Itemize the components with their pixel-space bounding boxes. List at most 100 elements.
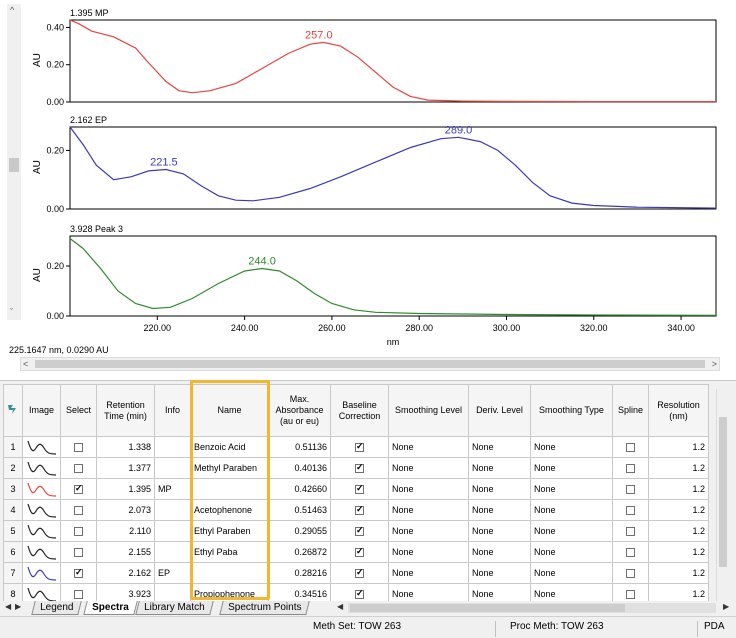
scroll-right-arrow-icon[interactable]: > [712,358,717,370]
checkbox[interactable] [355,567,364,579]
name-cell[interactable]: Methyl Paraben [190,457,269,479]
smoothing-level-cell[interactable]: None [388,457,469,479]
info-cell[interactable]: MP [154,478,191,500]
smoothing-type-cell[interactable]: None [530,562,613,584]
resolution-cell[interactable]: 1.2 [648,436,709,458]
checkbox[interactable] [626,569,635,579]
tab-spectra[interactable]: Spectra [83,601,138,615]
select-checkbox[interactable] [60,520,97,542]
select-checkbox[interactable] [60,562,97,584]
tab-library-match[interactable]: Library Match [135,601,214,615]
info-cell[interactable] [154,499,191,521]
resolution-cell[interactable]: 1.2 [648,541,709,563]
resolution-cell[interactable]: 1.2 [648,457,709,479]
max-absorbance-cell[interactable]: 0.51136 [268,436,331,458]
baseline-correction-checkbox[interactable] [330,541,389,563]
smoothing-level-cell[interactable]: None [388,520,469,542]
smoothing-type-cell[interactable]: None [530,457,613,479]
info-cell[interactable] [154,520,191,542]
baseline-correction-checkbox[interactable] [330,562,389,584]
grid-scroll-thumb[interactable] [719,417,727,567]
table-row[interactable]: 52.110Ethyl Paraben0.29055NoneNoneNone1.… [3,520,709,542]
grid-hscroll-thumb[interactable] [350,604,625,612]
checkbox[interactable] [74,527,83,537]
grid-corner-icon[interactable] [3,384,23,437]
spline-checkbox[interactable] [612,478,649,500]
header-smoothing-level[interactable]: Smoothing Level [388,384,469,437]
checkbox[interactable] [355,504,364,516]
spline-checkbox[interactable] [612,562,649,584]
spline-checkbox[interactable] [612,436,649,458]
deriv-level-cell[interactable]: None [468,499,531,521]
smoothing-level-cell[interactable]: None [388,562,469,584]
grid-vertical-scrollbar[interactable] [716,389,729,603]
header-info[interactable]: Info [154,384,191,437]
max-absorbance-cell[interactable]: 0.26872 [268,541,331,563]
baseline-correction-checkbox[interactable] [330,520,389,542]
max-absorbance-cell[interactable]: 0.29055 [268,520,331,542]
smoothing-type-cell[interactable]: None [530,541,613,563]
checkbox[interactable] [355,441,364,453]
retention-time-cell[interactable]: 1.377 [96,457,155,479]
table-row[interactable]: 62.155Ethyl Paba0.26872NoneNoneNone1.2 [3,541,709,563]
checkbox[interactable] [626,443,635,453]
select-checkbox[interactable] [60,457,97,479]
resolution-cell[interactable]: 1.2 [648,520,709,542]
checkbox[interactable] [355,546,364,558]
plot-hscroll-thumb[interactable] [35,360,705,368]
tab-scroll-left-icon[interactable]: ◀ [337,602,343,611]
retention-time-cell[interactable]: 2.155 [96,541,155,563]
checkbox[interactable] [74,464,83,474]
spline-checkbox[interactable] [612,541,649,563]
checkbox[interactable] [355,462,364,474]
info-cell[interactable]: EP [154,562,191,584]
deriv-level-cell[interactable]: None [468,457,531,479]
header-baseline-correction[interactable]: Baseline Correction [330,384,389,437]
tab-spectrum-points[interactable]: Spectrum Points [219,601,311,615]
name-cell[interactable]: Ethyl Paraben [190,520,269,542]
checkbox[interactable] [355,483,364,495]
checkbox[interactable] [74,590,83,600]
spline-checkbox[interactable] [612,457,649,479]
smoothing-type-cell[interactable]: None [530,436,613,458]
select-checkbox[interactable] [60,478,97,500]
table-row[interactable]: 72.162EP0.28216NoneNoneNone1.2 [3,562,709,584]
header-smoothing-type[interactable]: Smoothing Type [530,384,613,437]
checkbox[interactable] [626,506,635,516]
info-cell[interactable] [154,457,191,479]
header-deriv-level[interactable]: Deriv. Level [468,384,531,437]
max-absorbance-cell[interactable]: 0.42660 [268,478,331,500]
checkbox[interactable] [74,483,83,495]
checkbox[interactable] [626,485,635,495]
info-cell[interactable] [154,436,191,458]
smoothing-type-cell[interactable]: None [530,520,613,542]
plot-horizontal-scrollbar[interactable]: < > [20,357,720,371]
header-retention-time[interactable]: Retention Time (min) [96,384,155,437]
name-cell[interactable] [190,478,269,500]
checkbox[interactable] [626,527,635,537]
header-select[interactable]: Select [60,384,97,437]
header-image[interactable]: Image [22,384,61,437]
checkbox[interactable] [74,567,83,579]
resolution-cell[interactable]: 1.2 [648,562,709,584]
retention-time-cell[interactable]: 2.110 [96,520,155,542]
spectra-chart[interactable]: 1.395 MPAU0.400.200.00257.02.162 EPAU0.2… [0,0,736,345]
tab-legend[interactable]: Legend [31,601,83,615]
resolution-cell[interactable]: 1.2 [648,478,709,500]
max-absorbance-cell[interactable]: 0.51463 [268,499,331,521]
table-row[interactable]: 11.338Benzoic Acid0.51136NoneNoneNone1.2 [3,436,709,458]
smoothing-level-cell[interactable]: None [388,499,469,521]
smoothing-level-cell[interactable]: None [388,541,469,563]
header-name[interactable]: Name [190,384,269,437]
checkbox[interactable] [626,548,635,558]
header-spline[interactable]: Spline [612,384,649,437]
scroll-left-arrow-icon[interactable]: < [23,358,28,370]
name-cell[interactable]: Acetophenone [190,499,269,521]
retention-time-cell[interactable]: 2.162 [96,562,155,584]
baseline-correction-checkbox[interactable] [330,499,389,521]
max-absorbance-cell[interactable]: 0.28216 [268,562,331,584]
checkbox[interactable] [74,506,83,516]
baseline-correction-checkbox[interactable] [330,457,389,479]
deriv-level-cell[interactable]: None [468,478,531,500]
baseline-correction-checkbox[interactable] [330,478,389,500]
